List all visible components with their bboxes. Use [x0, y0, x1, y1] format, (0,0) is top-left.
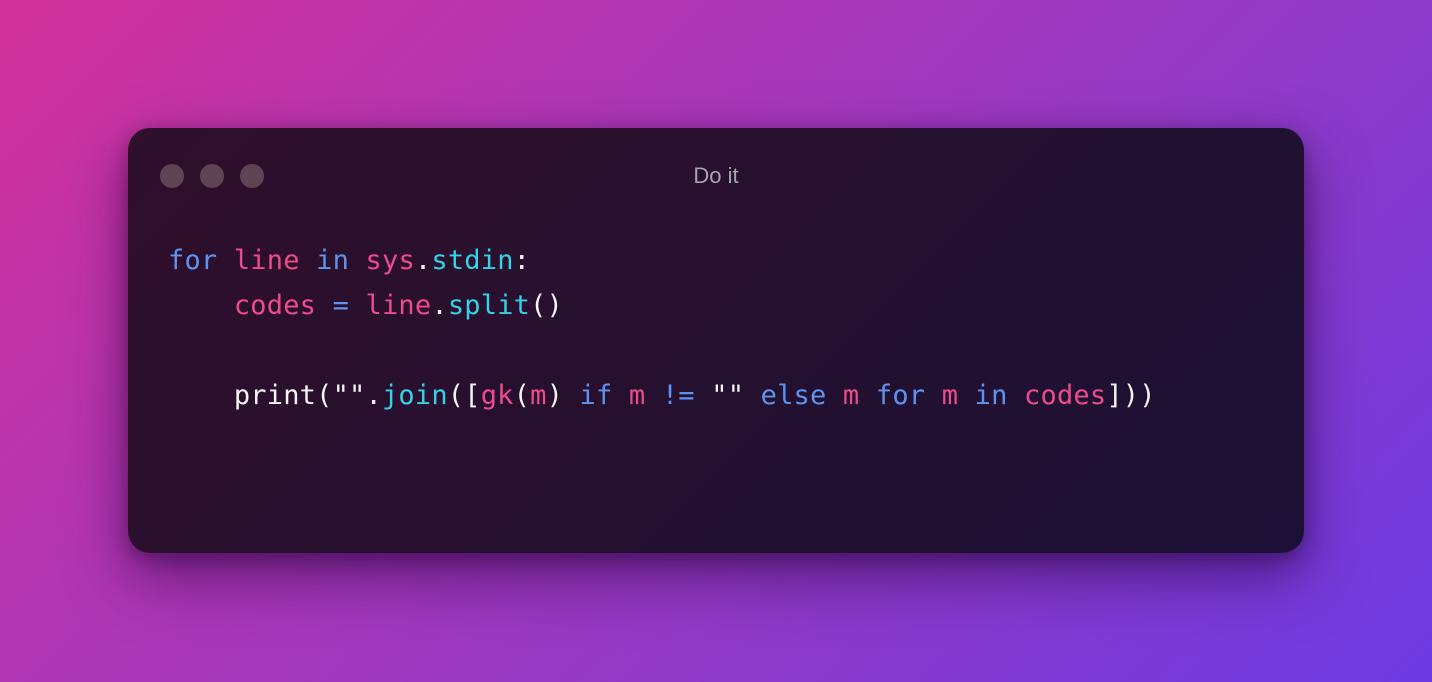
window-title: Do it	[693, 163, 739, 188]
code-token: ]))	[1106, 380, 1156, 411]
code-token: codes	[1024, 380, 1107, 411]
code-token: ()	[530, 290, 564, 321]
code-token: :	[513, 245, 531, 276]
code-token: (	[316, 380, 333, 411]
code-token: else	[760, 380, 827, 411]
code-token: m	[842, 380, 860, 411]
code-token: for	[875, 380, 926, 411]
code-token: m	[628, 380, 646, 411]
code-token: m	[941, 380, 959, 411]
code-line: print("".join([gk(m) if m != "" else m f…	[168, 373, 1156, 418]
code-token: in	[974, 380, 1008, 411]
code-token: ([	[447, 380, 481, 411]
code-token: print	[233, 380, 317, 411]
code-token: ""	[711, 380, 745, 411]
code-token: (	[513, 380, 531, 411]
code-window: Do it for line in sys.stdin: codes = lin…	[128, 128, 1304, 553]
code-token: split	[447, 290, 531, 321]
code-token: if	[579, 380, 613, 411]
code-token: gk	[480, 380, 514, 411]
code-token: .	[414, 245, 432, 276]
code-token: join	[381, 380, 448, 411]
code-token: in	[316, 245, 350, 276]
code-token: )	[546, 380, 564, 411]
code-token: =	[332, 290, 350, 321]
code-token: .	[431, 290, 448, 321]
code-token: codes	[233, 290, 317, 321]
code-token: sys	[365, 245, 415, 276]
code-token: for	[168, 245, 218, 276]
code-token: line	[365, 290, 432, 321]
code-block: for line in sys.stdin: codes = line.spli…	[168, 238, 1156, 418]
code-line: for line in sys.stdin:	[168, 238, 1156, 283]
code-token: m	[530, 380, 547, 411]
code-token: ""	[332, 380, 366, 411]
code-token: stdin	[431, 245, 514, 276]
code-token: .	[365, 380, 382, 411]
code-token: line	[233, 245, 300, 276]
code-token: !=	[661, 380, 695, 411]
code-line: codes = line.split()	[168, 283, 1156, 328]
